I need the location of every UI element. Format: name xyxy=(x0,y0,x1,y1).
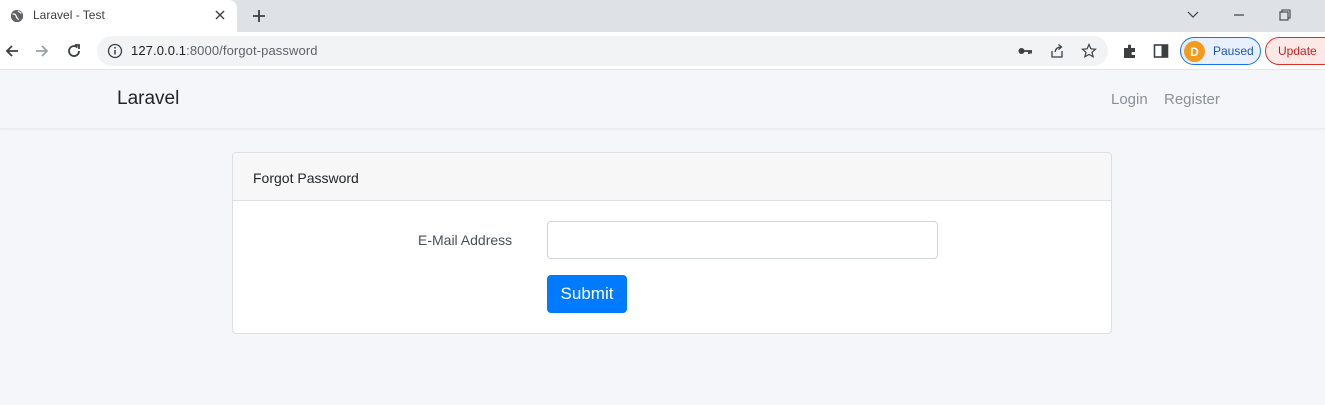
avatar: D xyxy=(1184,41,1205,62)
email-field[interactable] xyxy=(547,221,938,259)
info-icon[interactable] xyxy=(107,43,123,59)
browser-tab-strip: Laravel - Test xyxy=(0,0,1325,32)
forward-arrow-icon[interactable] xyxy=(30,39,54,63)
card-header: Forgot Password xyxy=(233,153,1111,201)
url-path: :8000/forgot-password xyxy=(186,43,318,58)
close-icon[interactable] xyxy=(212,7,228,23)
login-link[interactable]: Login xyxy=(1111,91,1148,108)
register-link[interactable]: Register xyxy=(1164,91,1220,108)
site-navbar: Laravel Login Register xyxy=(0,71,1325,129)
minimize-icon[interactable] xyxy=(1216,0,1262,30)
browser-tab[interactable]: Laravel - Test xyxy=(0,0,237,32)
submit-button[interactable]: Submit xyxy=(547,275,627,313)
card-title: Forgot Password xyxy=(253,170,359,186)
restore-icon[interactable] xyxy=(1262,0,1308,30)
browser-toolbar: 127.0.0.1:8000/forgot-password D Paused … xyxy=(0,32,1325,70)
share-icon[interactable] xyxy=(1049,43,1065,59)
star-icon[interactable] xyxy=(1081,43,1097,59)
tab-title: Laravel - Test xyxy=(33,8,105,22)
update-button[interactable]: Update xyxy=(1265,37,1325,65)
extensions-puzzle-icon[interactable] xyxy=(1121,42,1139,60)
url-text[interactable]: 127.0.0.1:8000/forgot-password xyxy=(131,43,318,58)
email-label: E-Mail Address xyxy=(418,232,513,248)
forgot-password-card: Forgot Password E-Mail Address Submit xyxy=(232,152,1112,334)
back-arrow-icon[interactable] xyxy=(0,39,24,63)
reload-icon[interactable] xyxy=(62,39,86,63)
profile-button[interactable]: D Paused xyxy=(1180,37,1261,65)
new-tab-icon[interactable] xyxy=(249,6,269,26)
update-label: Update xyxy=(1278,44,1317,58)
side-panel-icon[interactable] xyxy=(1152,42,1170,60)
key-icon[interactable] xyxy=(1017,43,1033,59)
url-host: 127.0.0.1 xyxy=(131,43,187,58)
globe-icon xyxy=(10,9,24,23)
profile-status-label: Paused xyxy=(1213,44,1254,58)
chevron-down-icon[interactable] xyxy=(1170,0,1216,30)
address-bar[interactable]: 127.0.0.1:8000/forgot-password xyxy=(97,36,1108,66)
brand-link[interactable]: Laravel xyxy=(117,88,179,110)
